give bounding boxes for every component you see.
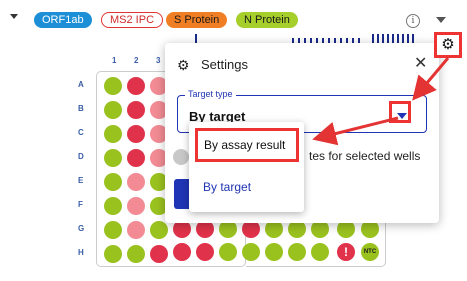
annotation-arrow xyxy=(412,57,450,101)
annotation-arrow xyxy=(312,116,399,146)
annotation-arrows xyxy=(312,57,450,146)
